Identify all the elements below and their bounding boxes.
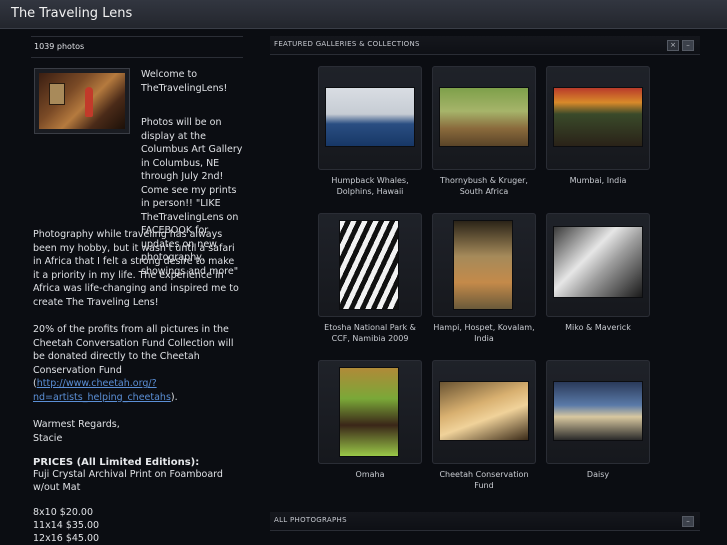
donation-text: 20% of the profits from all pictures in …	[33, 323, 243, 404]
cats-thumbnail	[554, 227, 642, 297]
gallery-label[interactable]: Humpback Whales, Dolphins, Hawaii	[318, 175, 422, 197]
gallery-tile[interactable]: Etosha National Park & CCF, Namibia 2009	[318, 213, 422, 344]
price-item: 8x10 $20.00	[33, 507, 94, 518]
display-note: Photos will be on display at the Columbu…	[141, 117, 243, 277]
gallery-tile[interactable]: Mumbai, India	[546, 66, 650, 186]
regards: Warmest Regards,	[33, 419, 120, 430]
cheetah-link[interactable]: http://www.cheetah.org/?nd=artists_helpi…	[33, 378, 171, 403]
thumbnail-frame[interactable]	[432, 360, 536, 464]
whale-thumbnail	[326, 88, 414, 146]
price-item: 12x16 $45.00	[33, 533, 100, 544]
gallery-tile[interactable]: Thornybush & Kruger, South Africa	[432, 66, 536, 197]
gallery-label[interactable]: Daisy	[546, 469, 650, 480]
gallery-label[interactable]: Omaha	[318, 469, 422, 480]
minimize-icon[interactable]: –	[682, 516, 694, 527]
top-bar: The Traveling Lens	[0, 0, 727, 29]
gallery-tile[interactable]: Miko & Maverick	[546, 213, 650, 333]
prices-heading: PRICES (All Limited Editions):	[33, 457, 200, 468]
cheetah-thumbnail	[440, 382, 528, 440]
cow-thumbnail	[340, 368, 398, 456]
sidebar: 1039 photos Welcome to TheTravelingLens!…	[31, 36, 243, 545]
gallery-tile[interactable]: Hampi, Hospet, Kovalam, India	[432, 213, 536, 344]
thumbnail-frame[interactable]	[318, 360, 422, 464]
thumbnail-frame[interactable]	[546, 360, 650, 464]
print-type: Fuji Crystal Archival Print on Foamboard…	[33, 469, 223, 493]
welcome-text: Welcome to TheTravelingLens!	[141, 69, 228, 94]
thumbnail-frame[interactable]	[432, 66, 536, 170]
gallery-tile[interactable]: Daisy	[546, 360, 650, 480]
thumbnail-frame[interactable]	[318, 213, 422, 317]
gallery-tile[interactable]: Cheetah Conservation Fund	[432, 360, 536, 491]
thumbnail-frame[interactable]	[546, 213, 650, 317]
gallery-label[interactable]: Thornybush & Kruger, South Africa	[432, 175, 536, 197]
featured-title: FEATURED GALLERIES & COLLECTIONS	[274, 40, 420, 48]
zebra-thumbnail	[340, 221, 398, 309]
baboon-thumbnail	[440, 88, 528, 146]
gallery-label[interactable]: Hampi, Hospet, Kovalam, India	[432, 322, 536, 344]
gallery-photo-image	[39, 73, 125, 129]
gallery-label[interactable]: Miko & Maverick	[546, 322, 650, 333]
market-thumbnail	[554, 88, 642, 146]
price-item: 11x14 $35.00	[33, 520, 100, 531]
featured-header: FEATURED GALLERIES & COLLECTIONS × –	[270, 36, 700, 55]
all-photographs-header: ALL PHOTOGRAPHS –	[270, 512, 700, 531]
gallery-label[interactable]: Cheetah Conservation Fund	[432, 469, 536, 491]
signature: Stacie	[33, 432, 63, 444]
welcome-block: Welcome to TheTravelingLens! Photos will…	[31, 68, 243, 277]
gallery-tile[interactable]: Omaha	[318, 360, 422, 480]
street-thumbnail	[454, 221, 512, 309]
thumbnail-frame[interactable]	[432, 213, 536, 317]
main-content: FEATURED GALLERIES & COLLECTIONS × – Hum…	[270, 36, 700, 545]
minimize-icon[interactable]: –	[682, 40, 694, 51]
signoff: Warmest Regards, Stacie	[33, 418, 243, 445]
site-title[interactable]: The Traveling Lens	[11, 6, 132, 21]
gallery-tile[interactable]: Humpback Whales, Dolphins, Hawaii	[318, 66, 422, 197]
donation-end: ).	[170, 391, 178, 403]
close-icon[interactable]: ×	[667, 40, 679, 51]
photo-count: 1039 photos	[31, 36, 243, 58]
thumbnail-frame[interactable]	[546, 66, 650, 170]
gallery-label[interactable]: Etosha National Park & CCF, Namibia 2009	[318, 322, 422, 344]
all-photographs-title: ALL PHOTOGRAPHS	[274, 516, 347, 524]
thumbnail-frame[interactable]	[318, 66, 422, 170]
profile-photo[interactable]	[34, 68, 130, 134]
gallery-label[interactable]: Mumbai, India	[546, 175, 650, 186]
dog-thumbnail	[554, 382, 642, 440]
